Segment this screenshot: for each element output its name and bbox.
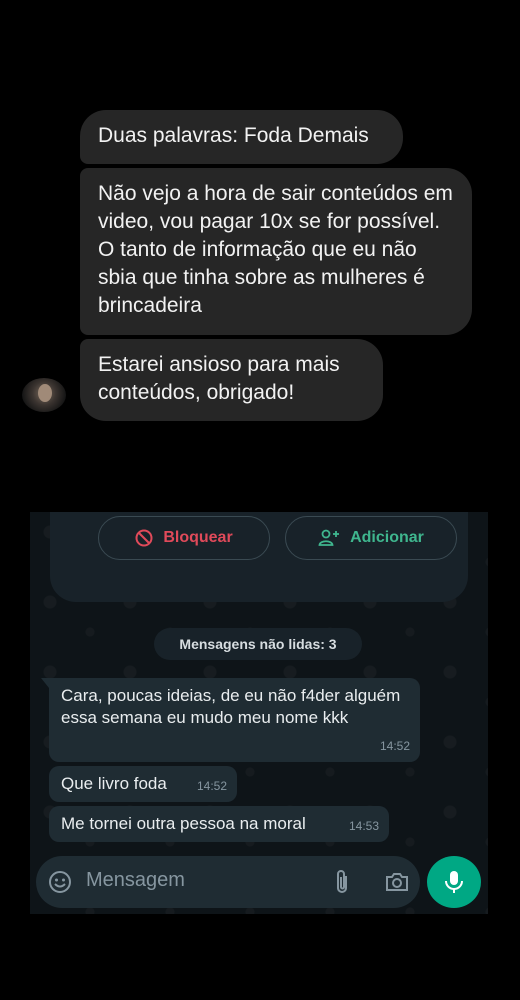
block-label: Bloquear	[163, 529, 233, 546]
message-bubble: Estarei ansioso para mais conteúdos, obr…	[80, 339, 383, 421]
microphone-icon	[445, 871, 463, 893]
add-user-icon	[318, 529, 340, 546]
message-text: Duas palavras: Foda Demais	[98, 124, 369, 147]
voice-message-button[interactable]	[427, 856, 481, 908]
message-time: 14:52	[196, 779, 227, 793]
chat-message[interactable]: Cara, poucas ideias, de eu não f4der alg…	[41, 678, 420, 762]
add-contact-button[interactable]: Adicionar	[285, 516, 457, 560]
message-input[interactable]: Mensagem	[86, 869, 185, 892]
attach-icon[interactable]	[332, 869, 352, 895]
unread-messages-badge: Mensagens não lidas: 3	[154, 628, 362, 660]
contact-actions-card: Bloquear Adicionar	[50, 512, 468, 602]
block-button[interactable]: Bloquear	[98, 516, 270, 560]
chat-message-text: Cara, poucas ideias, de eu não f4der alg…	[61, 686, 401, 727]
block-icon	[135, 529, 153, 547]
avatar[interactable]	[22, 378, 66, 412]
whatsapp-screenshot: Bloquear Adicionar Mensagens não lidas: …	[30, 512, 488, 914]
message-text: Estarei ansioso para mais conteúdos, obr…	[98, 353, 340, 404]
message-bubble: Não vejo a hora de sair conteúdos em vid…	[80, 168, 472, 335]
message-bubble: Duas palavras: Foda Demais	[80, 110, 403, 164]
camera-icon[interactable]	[384, 870, 410, 894]
message-text: Não vejo a hora de sair conteúdos em vid…	[98, 182, 453, 317]
add-label: Adicionar	[350, 529, 424, 546]
chat-message[interactable]: Que livro foda 14:52	[49, 766, 237, 802]
message-time: 14:53	[348, 819, 379, 833]
message-input-bar[interactable]: Mensagem	[36, 856, 420, 908]
chat-message[interactable]: Me tornei outra pessoa na moral 14:53	[49, 806, 389, 842]
message-time: 14:52	[379, 739, 410, 753]
chat-message-text: Me tornei outra pessoa na moral	[61, 814, 306, 833]
emoji-icon[interactable]	[48, 870, 72, 894]
chat-message-text: Que livro foda	[61, 774, 167, 793]
